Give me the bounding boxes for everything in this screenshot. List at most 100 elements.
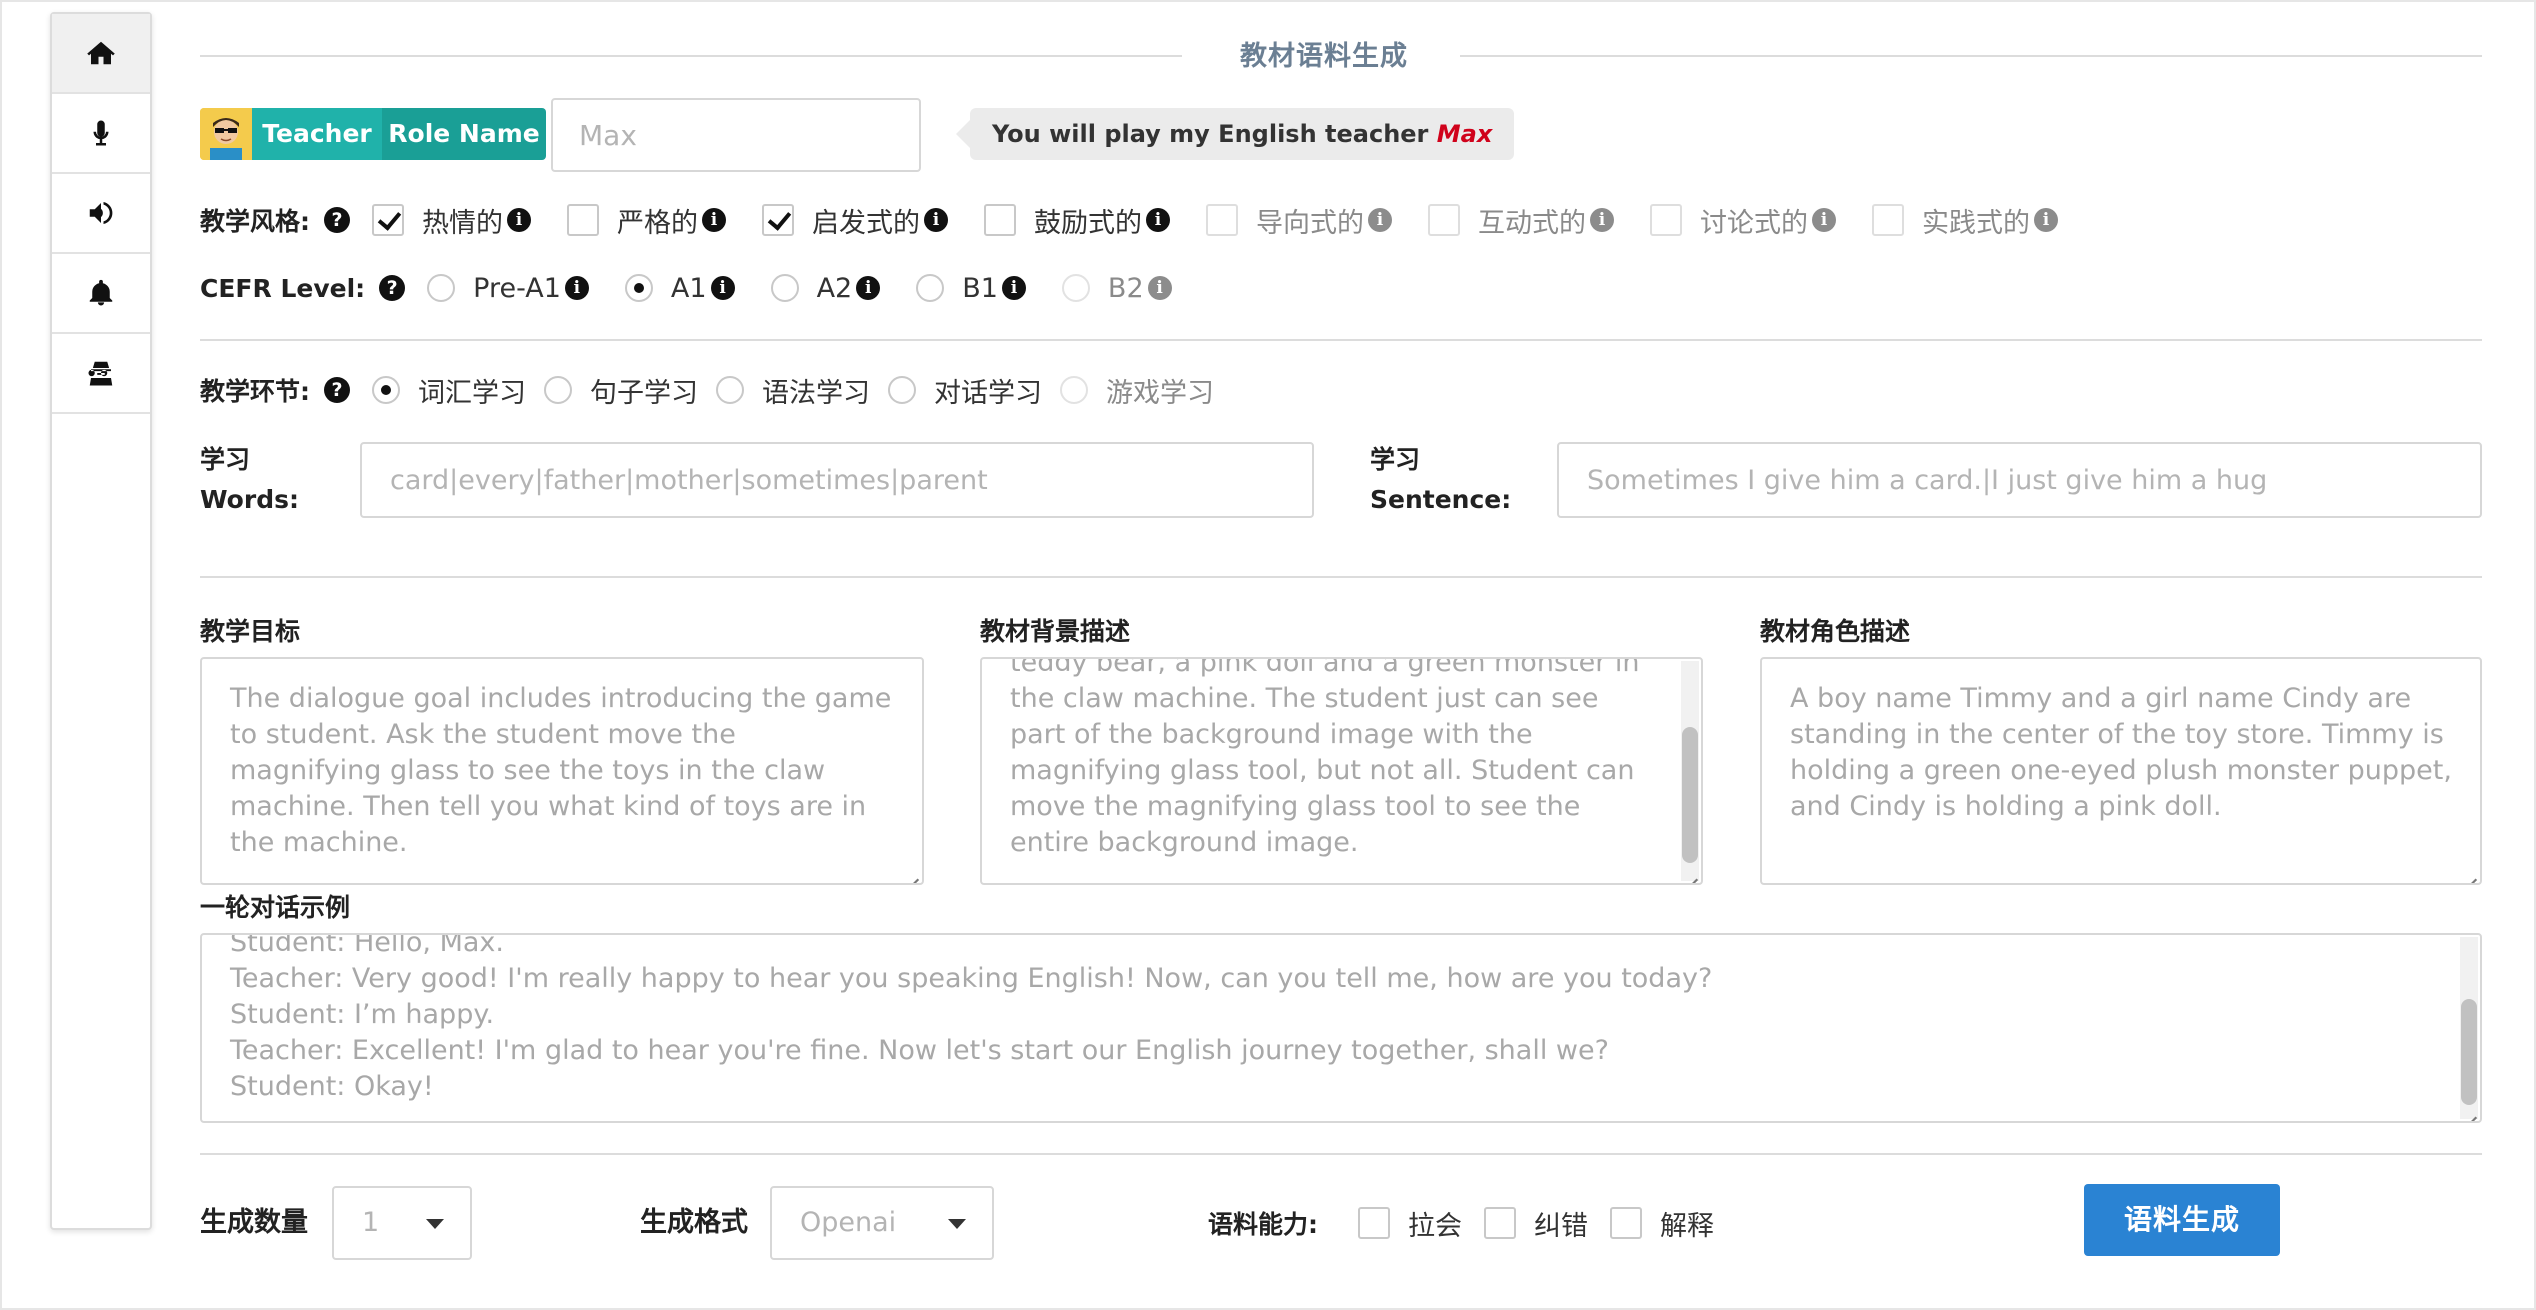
checkbox[interactable] <box>1610 1207 1642 1239</box>
info-icon[interactable]: i <box>2034 208 2058 232</box>
checkbox-option[interactable]: 拉会 <box>1358 1204 1462 1243</box>
checkbox-option[interactable]: 解释 <box>1610 1204 1714 1243</box>
radio-option[interactable]: B1 i <box>916 273 1026 304</box>
goal-textarea[interactable]: The dialogue goal includes introducing t… <box>200 657 924 885</box>
checkbox-option[interactable]: 启发式的 i <box>762 201 948 240</box>
sentence-input[interactable] <box>1557 442 2482 518</box>
dialogue-textarea[interactable]: Student: Hello, Max. Teacher: Very good! … <box>200 933 2482 1123</box>
info-icon[interactable]: i <box>710 276 735 300</box>
checkbox[interactable] <box>984 204 1016 236</box>
radio-button[interactable] <box>372 376 400 404</box>
checkbox[interactable] <box>372 204 404 236</box>
radio-button[interactable] <box>716 376 744 404</box>
resize-handle[interactable] <box>905 866 919 880</box>
sidebar-item-microphone[interactable] <box>52 94 150 174</box>
checkbox-option[interactable]: 鼓励式的 i <box>984 201 1170 240</box>
info-icon[interactable]: i <box>1146 208 1170 232</box>
sidebar-item-bell[interactable] <box>52 254 150 334</box>
radio-option[interactable]: A1 i <box>624 273 735 304</box>
generate-button[interactable]: 语料生成 <box>2084 1184 2280 1256</box>
checkbox-option[interactable]: 严格的 i <box>567 201 726 240</box>
radio-button[interactable] <box>544 376 572 404</box>
background-text: teddy bear, a pink doll and a green mons… <box>1010 657 1649 858</box>
help-icon[interactable]: ? <box>379 275 406 301</box>
checkbox[interactable] <box>762 204 794 236</box>
ability-options: 拉会 纠错 解释 <box>1358 1204 1736 1243</box>
ability-label: 语料能力: <box>1208 1210 1318 1239</box>
radio-button[interactable] <box>916 274 945 302</box>
radio-button[interactable] <box>770 274 799 302</box>
background-label: 教材背景描述 <box>980 617 1131 646</box>
title-row: 教材语料生成 <box>200 32 2482 76</box>
sidebar-item-spy[interactable] <box>52 334 150 414</box>
role-name-input[interactable] <box>551 98 921 172</box>
checkbox[interactable] <box>1206 204 1238 236</box>
radio-option[interactable]: 句子学习 <box>544 371 698 410</box>
checkbox[interactable] <box>1358 1207 1390 1239</box>
scrollbar-thumb[interactable] <box>2461 999 2477 1105</box>
radio-button[interactable] <box>1060 376 1088 404</box>
dialogue-line: Teacher: Excellent! I'm glad to hear you… <box>230 1035 1609 1066</box>
scrollbar[interactable] <box>2460 937 2478 1119</box>
radio-button[interactable] <box>1061 274 1090 302</box>
sidebar <box>50 12 152 1230</box>
resize-handle[interactable] <box>1684 866 1698 880</box>
title-divider-right <box>1460 55 2482 57</box>
checkbox-option[interactable]: 讨论式的 i <box>1650 201 1836 240</box>
radio-option[interactable]: A2 i <box>770 273 881 304</box>
checkbox-option[interactable]: 热情的 i <box>372 201 531 240</box>
info-icon[interactable]: i <box>702 208 726 232</box>
info-icon[interactable]: i <box>1368 208 1392 232</box>
info-icon[interactable]: i <box>1147 276 1172 300</box>
info-icon[interactable]: i <box>856 276 881 300</box>
radio-option[interactable]: Pre-A1 i <box>427 273 589 304</box>
info-icon[interactable]: i <box>1590 208 1614 232</box>
resize-handle[interactable] <box>2463 866 2477 880</box>
radio-option[interactable]: 游戏学习 <box>1060 371 1214 410</box>
checkbox-option[interactable]: 导向式的 i <box>1206 201 1392 240</box>
info-icon[interactable]: i <box>564 276 589 300</box>
count-select[interactable]: 1 <box>332 1186 472 1260</box>
radio-option[interactable]: 对话学习 <box>888 371 1042 410</box>
scrollbar-thumb[interactable] <box>1682 727 1698 863</box>
resize-handle[interactable] <box>2463 1104 2477 1118</box>
background-textarea[interactable]: teddy bear, a pink doll and a green mons… <box>980 657 1703 885</box>
info-icon[interactable]: i <box>1001 276 1026 300</box>
scrollbar[interactable] <box>1681 661 1699 881</box>
teaching-style-options: 热情的 i 严格的 i 启发式的 i 鼓励式的 i 导向式的 i 互动式的 i 讨论式的 i 实践式的 i <box>372 201 2094 240</box>
checkbox-option[interactable]: 互动式的 i <box>1428 201 1614 240</box>
radio-button[interactable] <box>427 274 456 302</box>
checkbox[interactable] <box>1650 204 1682 236</box>
help-icon[interactable]: ? <box>324 377 350 403</box>
teaching-section-options: 词汇学习 句子学习 语法学习 对话学习 游戏学习 <box>372 371 1232 410</box>
checkbox[interactable] <box>1484 1207 1516 1239</box>
roles-textarea[interactable]: A boy name Timmy and a girl name Cindy a… <box>1760 657 2482 885</box>
sidebar-item-speaker[interactable] <box>52 174 150 254</box>
checkbox[interactable] <box>1428 204 1460 236</box>
format-select[interactable]: Openai <box>770 1186 994 1260</box>
option-label: 游戏学习 <box>1106 377 1214 409</box>
checkbox[interactable] <box>567 204 599 236</box>
checkbox-option[interactable]: 实践式的 i <box>1872 201 2058 240</box>
checkbox-option[interactable]: 纠错 <box>1484 1204 1588 1243</box>
info-icon[interactable]: i <box>507 208 531 232</box>
sentence-label-line2: Sentence: <box>1370 485 1512 514</box>
words-input[interactable] <box>360 442 1314 518</box>
teaching-section-label: 教学环节: <box>200 377 310 406</box>
radio-option[interactable]: B2 i <box>1061 273 1172 304</box>
radio-option[interactable]: 语法学习 <box>716 371 870 410</box>
info-icon[interactable]: i <box>1812 208 1836 232</box>
spy-icon <box>88 361 113 386</box>
option-label: 解释 <box>1660 1210 1714 1242</box>
sidebar-item-home[interactable] <box>52 14 150 94</box>
goal-label: 教学目标 <box>200 617 301 646</box>
chevron-down-icon <box>426 1219 444 1229</box>
radio-button[interactable] <box>888 376 916 404</box>
help-icon[interactable]: ? <box>324 207 350 233</box>
info-icon[interactable]: i <box>924 208 948 232</box>
goal-text: The dialogue goal includes introducing t… <box>230 683 900 858</box>
radio-button[interactable] <box>624 274 653 302</box>
radio-option[interactable]: 词汇学习 <box>372 371 526 410</box>
checkbox[interactable] <box>1872 204 1904 236</box>
cefr-level-options: Pre-A1 i A1 i A2 i B1 i B2 i <box>427 273 1207 304</box>
